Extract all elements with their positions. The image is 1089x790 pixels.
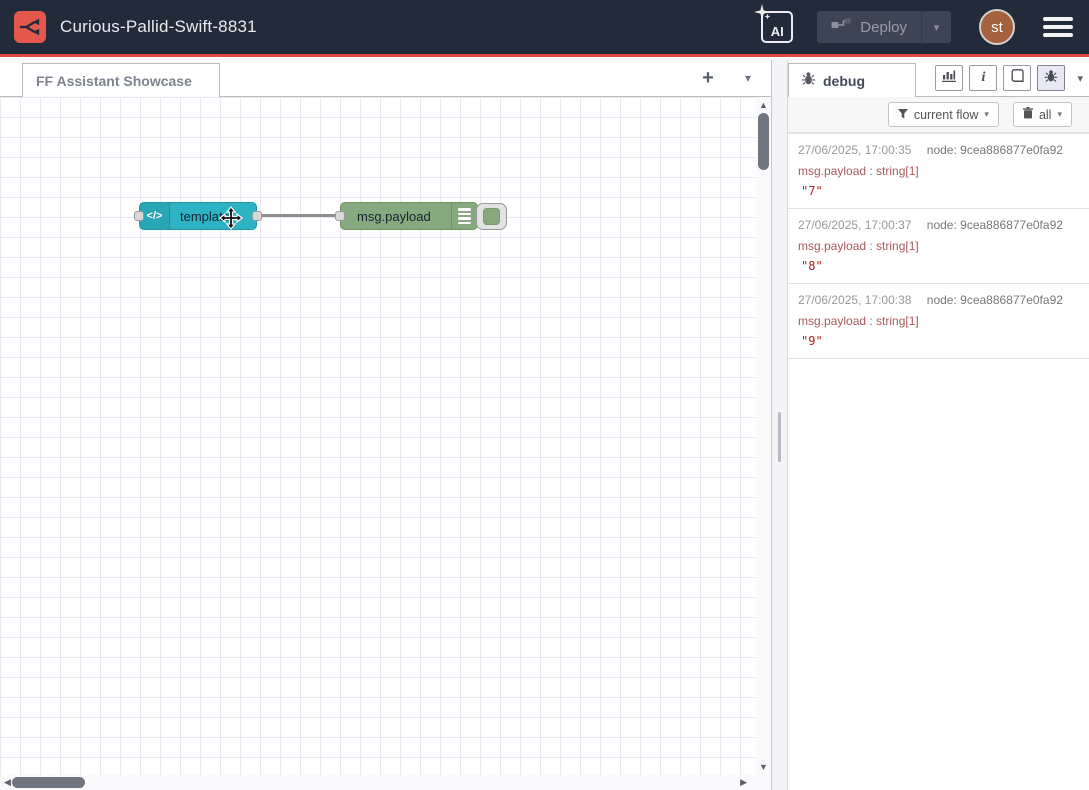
deploy-label: Deploy [860,19,907,36]
flowfuse-logo-icon[interactable] [14,11,46,43]
debug-message[interactable]: 27/06/2025, 17:00:38 node: 9cea886877e0f… [788,284,1089,359]
node-port-input[interactable] [335,211,345,221]
tab-debug[interactable]: debug [788,63,916,97]
vertical-scroll-thumb[interactable] [758,113,769,170]
message-timestamp: 27/06/2025, 17:00:38 [798,293,911,307]
chevron-down-icon: ▾ [1077,73,1083,85]
sidebar: debug i [788,60,1089,790]
filter-label: current flow [914,108,979,122]
node-label: msg.payload [357,209,451,224]
dashboard-chart-button[interactable] [935,65,963,91]
code-icon: </> [140,203,170,229]
user-avatar[interactable]: st [979,9,1015,45]
hamburger-bar [1043,25,1073,29]
wire[interactable] [257,214,341,217]
message-value: "8" [798,259,1079,273]
flow-list-caret-button[interactable]: ▾ [735,65,761,91]
scroll-up-arrow[interactable]: ▲ [756,100,771,110]
hamburger-menu-button[interactable] [1041,13,1075,41]
bug-icon [1044,69,1058,88]
canvas-vertical-scrollbar[interactable]: ▲ ▼ [756,97,771,775]
separator-drag-handle[interactable] [778,412,781,462]
message-value: "9" [798,334,1079,348]
message-node-id: node: 9cea886877e0fa92 [927,293,1063,307]
message-node-id: node: 9cea886877e0fa92 [927,218,1063,232]
help-button[interactable] [1003,65,1031,91]
debug-console-icon [451,203,477,229]
message-property: msg.payload : string[1] [798,314,1079,328]
scroll-down-arrow[interactable]: ▼ [756,762,771,772]
clear-scope-label: all [1039,108,1052,122]
debug-message-list: 27/06/2025, 17:00:35 node: 9cea886877e0f… [788,133,1089,359]
chevron-down-icon: ▾ [934,21,940,34]
avatar-initials: st [991,19,1003,36]
flow-tab-label: FF Assistant Showcase [36,73,192,89]
message-property: msg.payload : string[1] [798,239,1079,253]
debug-message[interactable]: 27/06/2025, 17:00:37 node: 9cea886877e0f… [788,209,1089,284]
scroll-left-arrow[interactable]: ◀ [4,776,11,789]
message-timestamp: 27/06/2025, 17:00:35 [798,143,911,157]
message-timestamp: 27/06/2025, 17:00:37 [798,218,911,232]
horizontal-scroll-thumb[interactable] [12,777,85,788]
flow-tab[interactable]: FF Assistant Showcase [22,63,220,97]
filter-funnel-icon [898,108,908,122]
message-property: msg.payload : string[1] [798,164,1079,178]
deploy-button[interactable]: Deploy ▾ [817,11,951,43]
add-flow-button[interactable]: + [695,65,721,91]
hamburger-bar [1043,33,1073,37]
debug-enable-toggle[interactable] [476,203,507,230]
sidebar-options-caret[interactable]: ▾ [1077,72,1083,85]
debug-node[interactable]: msg.payload [340,202,478,230]
ai-assistant-button[interactable]: AI [761,11,793,43]
hamburger-bar [1043,17,1073,21]
debug-sidebar-button[interactable] [1037,65,1065,91]
scroll-right-arrow[interactable]: ▶ [740,776,747,789]
debug-toggle-indicator [483,208,500,225]
debug-clear-button[interactable]: all ▾ [1013,102,1072,127]
debug-toolbar: current flow ▾ all ▾ [788,97,1089,133]
trash-icon [1023,107,1033,122]
node-red-editor: Curious-Pallid-Swift-8831 AI [0,0,1089,790]
book-icon [1010,69,1024,87]
chevron-down-icon: ▾ [745,71,751,85]
sparkle-icon [754,4,770,23]
bar-chart-icon [942,69,956,87]
deploy-options-caret[interactable]: ▾ [921,11,951,43]
info-button[interactable]: i [969,65,997,91]
ai-label: AI [771,24,784,39]
sidebar-tab-label: debug [823,73,865,89]
plus-icon: + [702,67,714,90]
node-port-input[interactable] [134,211,144,221]
node-port-output[interactable] [252,211,262,221]
message-node-id: node: 9cea886877e0fa92 [927,143,1063,157]
debug-filter-button[interactable]: current flow ▾ [888,102,999,127]
bug-icon [801,71,816,91]
chevron-down-icon: ▾ [984,109,989,120]
sidebar-tabbar: debug i [788,60,1089,97]
move-cursor-icon [219,206,243,235]
flow-canvas[interactable]: </> template msg.payload [0,97,756,775]
deploy-icon [831,17,851,37]
sidebar-separator[interactable] [771,60,788,790]
message-value: "7" [798,184,1079,198]
info-icon: i [982,70,986,86]
workspace-tabbar: FF Assistant Showcase + ▾ [0,60,771,97]
canvas-horizontal-scrollbar[interactable]: ◀ ▶ [0,775,771,790]
chevron-down-icon: ▾ [1057,109,1062,120]
page-title: Curious-Pallid-Swift-8831 [60,17,257,37]
debug-message[interactable]: 27/06/2025, 17:00:35 node: 9cea886877e0f… [788,134,1089,209]
header: Curious-Pallid-Swift-8831 AI [0,0,1089,57]
